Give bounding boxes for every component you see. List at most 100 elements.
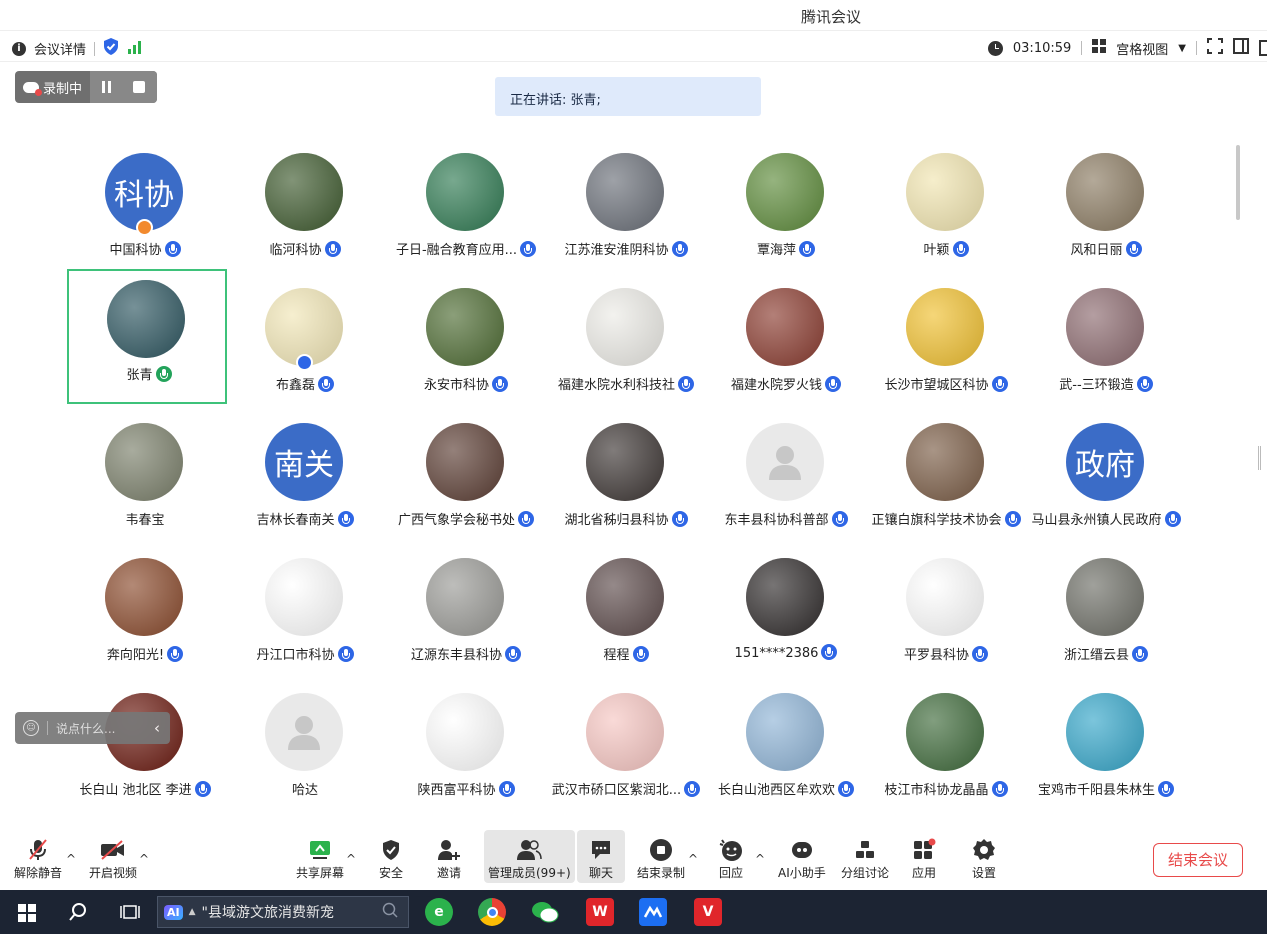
participant-tile[interactable]: 丹江口市科协 [225, 550, 385, 685]
participant-tile[interactable]: 临河科协 [225, 145, 385, 280]
chevron-down-icon[interactable]: ▼ [1178, 43, 1186, 54]
share-screen-button[interactable]: 共享屏幕 [296, 836, 344, 881]
breakout-rooms-button[interactable]: 分组讨论 [841, 836, 889, 881]
mic-icon [1158, 781, 1174, 797]
participant-tile[interactable]: 哈达 [225, 685, 385, 820]
avatar [906, 288, 984, 366]
participant-tile[interactable]: 覃海萍 [706, 145, 866, 280]
signal-icon[interactable] [127, 40, 143, 58]
start-video-button[interactable]: 开启视频 [89, 836, 137, 881]
end-recording-button[interactable]: 结束录制 [637, 836, 685, 881]
invite-button[interactable]: 邀请 [437, 836, 461, 881]
unmute-button[interactable]: 解除静音 [14, 836, 62, 881]
sidebar-toggle-icon[interactable] [1233, 38, 1249, 58]
avatar [107, 280, 185, 358]
participant-tile[interactable]: 风和日丽 [1026, 145, 1186, 280]
end-meeting-button[interactable]: 结束会议 [1153, 843, 1243, 877]
search-icon[interactable] [68, 902, 88, 926]
stop-icon[interactable] [133, 81, 146, 93]
taskbar-search-text[interactable]: "县域游文旅消费新宠 [202, 902, 376, 922]
participant-name-text: 永安市科协 [423, 378, 489, 393]
participant-tile[interactable]: 长沙市望城区科协 [866, 280, 1026, 415]
participant-tile[interactable]: 浙江缙云县 [1026, 550, 1186, 685]
participant-tile[interactable]: 福建水院水利科技社 [546, 280, 706, 415]
windows-start-icon[interactable] [18, 904, 36, 926]
participant-name-text: 丹江口市科协 [256, 648, 335, 663]
participant-name-text: 宝鸡市千阳县朱林生 [1037, 783, 1155, 798]
apps-button[interactable]: 应用 [912, 836, 936, 881]
participant-tile[interactable]: 151****2386 [706, 550, 866, 685]
participant-tile[interactable]: 枝江市科协龙晶晶 [866, 685, 1026, 820]
info-icon[interactable]: i [12, 41, 26, 56]
search-icon[interactable] [382, 902, 408, 922]
avatar [746, 153, 824, 231]
mic-icon [318, 376, 334, 392]
fullscreen-icon[interactable] [1207, 38, 1223, 58]
wps-video-icon[interactable]: V [694, 898, 722, 926]
pause-icon[interactable] [101, 81, 111, 93]
participant-tile[interactable]: 东丰县科协科普部 [706, 415, 866, 550]
settings-button[interactable]: 设置 [972, 836, 996, 881]
mic-icon [155, 366, 172, 382]
participant-tile[interactable]: 子日-融合教育应用... [386, 145, 546, 280]
participant-name-text: 福建水院罗火钱 [730, 378, 822, 393]
wechat-icon[interactable] [531, 898, 559, 926]
chrome-icon[interactable] [478, 898, 506, 926]
participant-tile[interactable]: 平罗县科协 [866, 550, 1026, 685]
participant-tile[interactable]: 南关 吉林长春南关 [225, 415, 385, 550]
participant-tile[interactable]: 科协 中国科协 [65, 145, 225, 280]
meeting-details-link[interactable]: 会议详情 [34, 39, 86, 58]
participant-tile[interactable]: 叶颖 [866, 145, 1026, 280]
participant-tile[interactable]: 江苏淮安淮阴科协 [546, 145, 706, 280]
participant-tile[interactable]: 韦春宝 [65, 415, 225, 550]
mic-icon [1125, 241, 1142, 257]
view-mode-select[interactable]: 宫格视图 [1116, 39, 1168, 58]
avatar [426, 693, 504, 771]
participant-tile[interactable]: 宝鸡市千阳县朱林生 [1026, 685, 1186, 820]
tencent-meeting-icon[interactable] [639, 898, 667, 926]
participant-tile[interactable]: 程程 [546, 550, 706, 685]
avatar: 政府 [1066, 423, 1144, 501]
record-options-caret[interactable]: ^ [688, 852, 698, 866]
audio-options-caret[interactable]: ^ [66, 852, 76, 866]
wps-icon[interactable]: W [586, 898, 614, 926]
security-button[interactable]: 安全 [379, 836, 403, 881]
taskbar-search-box[interactable]: AI ▲ "县域游文旅消费新宠 [157, 896, 409, 928]
participant-tile[interactable]: 布鑫磊 [225, 280, 385, 415]
participant-tile[interactable]: 福建水院罗火钱 [706, 280, 866, 415]
participant-tile[interactable]: 广西气象学会秘书处 [386, 415, 546, 550]
shield-icon [383, 840, 399, 860]
participant-name-text: 奔向阳光! [106, 648, 165, 663]
chevron-left-icon[interactable]: ‹ [154, 719, 170, 737]
scrollbar[interactable] [1236, 145, 1240, 220]
participant-tile[interactable]: 辽源东丰县科协 [386, 550, 546, 685]
participant-tile[interactable]: 政府 马山县永州镇人民政府 [1026, 415, 1186, 550]
participant-tile[interactable]: 长白山池西区牟欢欢 [706, 685, 866, 820]
participant-tile[interactable]: 永安市科协 [386, 280, 546, 415]
participant-tile[interactable]: 湖北省秭归县科协 [546, 415, 706, 550]
video-options-caret[interactable]: ^ [139, 852, 149, 866]
participant-tile[interactable]: 陕西富平科协 [386, 685, 546, 820]
share-options-caret[interactable]: ^ [346, 852, 356, 866]
panel-resize-handle[interactable] [1258, 446, 1261, 470]
participant-name-text: 长白山 池北区 李进 [79, 783, 192, 798]
shield-icon[interactable] [103, 38, 119, 59]
participant-tile[interactable]: 长白山 池北区 李进 [65, 685, 225, 820]
participant-tile[interactable]: 奔向阳光! [65, 550, 225, 685]
panel-icon[interactable] [1259, 40, 1267, 56]
quick-chat[interactable]: ☺ 说点什么... ‹ [15, 712, 170, 744]
task-view-icon[interactable] [120, 902, 140, 926]
browser-e-icon[interactable]: e [425, 898, 453, 926]
reactions-button[interactable]: 回应 [719, 836, 743, 881]
participant-tile[interactable]: 武--三环锻造 [1026, 280, 1186, 415]
reaction-options-caret[interactable]: ^ [755, 852, 765, 866]
participant-tile[interactable]: 武汉市硚口区紫润北... [546, 685, 706, 820]
emoji-icon[interactable]: ☺ [23, 720, 39, 736]
chat-button[interactable]: 聊天 [577, 830, 625, 883]
chat-input-placeholder[interactable]: 说点什么... [56, 720, 146, 737]
mic-icon [972, 646, 988, 662]
participant-tile[interactable]: 正镶白旗科学技术协会 [866, 415, 1026, 550]
ai-assistant-button[interactable]: AI小助手 [778, 836, 826, 881]
grid-view-icon[interactable] [1092, 39, 1107, 57]
manage-members-button[interactable]: 管理成员(99+) [484, 830, 575, 883]
